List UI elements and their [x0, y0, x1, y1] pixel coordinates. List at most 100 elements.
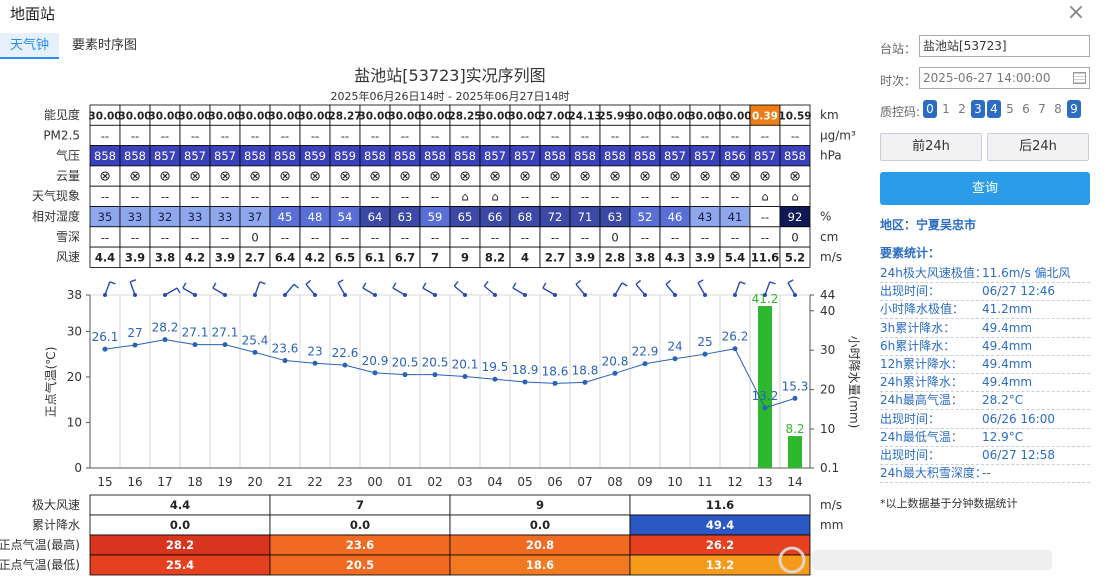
row-unit-2: hPa	[820, 149, 842, 163]
table-cell-text: --	[521, 129, 529, 143]
summary-cell-text: 4.4	[170, 498, 190, 512]
wind-barb	[362, 287, 376, 296]
row-label-2: 气压	[56, 148, 80, 163]
wind-barb	[422, 287, 436, 296]
table-cell-text: --	[581, 129, 589, 143]
table-cell-text: ⊗	[609, 168, 621, 184]
y-axis-label-left: 正点气温(℃)	[43, 347, 58, 418]
y-tick-label-right: 30	[820, 343, 835, 357]
temperature-label: 18.8	[572, 363, 599, 377]
table-cell-text: 30.00	[508, 111, 541, 123]
table-cell-text: 64	[368, 210, 383, 224]
prev-24h-button[interactable]: 前24h	[880, 133, 982, 161]
qc-code-7[interactable]: 7	[1035, 100, 1049, 118]
stats-title: 要素统计：	[880, 246, 941, 260]
qc-code-9[interactable]: 9	[1067, 100, 1081, 118]
temperature-point	[162, 337, 168, 343]
temperature-point	[252, 349, 258, 355]
table-cell-text: --	[131, 129, 139, 143]
qc-code-8[interactable]: 8	[1051, 100, 1065, 118]
tab-weather-clock[interactable]: 天气钟	[0, 33, 60, 59]
temperature-point	[492, 376, 498, 382]
wind-barb-flag	[109, 281, 116, 285]
table-cell-text: 858	[544, 149, 566, 163]
precip-label: 8.2	[785, 422, 804, 436]
table-cell-text: 59	[428, 210, 443, 224]
table-cell-text: 858	[784, 149, 806, 163]
table-cell-text: ⊗	[789, 168, 801, 184]
wind-barb	[697, 282, 706, 296]
y-tick-label-left: 10	[67, 415, 82, 429]
table-cell-text: ⌂	[461, 190, 468, 204]
summary-cell-text: 9	[536, 498, 544, 512]
x-tick-label: 22	[307, 475, 322, 489]
qc-code-5[interactable]: 5	[1003, 100, 1017, 118]
qc-code-2[interactable]: 2	[955, 100, 969, 118]
y-tick-label-right: 0.1	[820, 461, 839, 475]
qc-code-6[interactable]: 6	[1019, 100, 1033, 118]
tab-element-series[interactable]: 要素时序图	[62, 33, 147, 59]
stat-value: 06/26 16:00	[982, 411, 1055, 426]
stat-row: 24h最低气温： 12.9°C	[880, 429, 1090, 447]
table-cell-text: --	[521, 230, 529, 244]
wind-barb-station	[163, 293, 167, 297]
temperature-point	[582, 379, 588, 385]
stat-key: 24h最大积雪深度：	[880, 466, 987, 481]
table-cell-text: 858	[574, 149, 596, 163]
table-cell-text: --	[161, 230, 169, 244]
table-cell-text: --	[641, 190, 649, 204]
calendar-icon[interactable]	[1073, 72, 1086, 84]
wind-barb-station	[283, 293, 287, 297]
tab-bar: 天气钟 要素时序图	[0, 33, 870, 59]
wind-barb	[734, 281, 741, 296]
stat-value: --	[982, 466, 991, 481]
table-cell-text: 52	[638, 210, 653, 224]
table-cell-text: --	[581, 190, 589, 204]
stat-key: 12h累计降水：	[880, 357, 963, 371]
y-tick-label-left: 0	[74, 461, 82, 475]
temperature-point	[102, 346, 108, 352]
table-cell-text: --	[161, 129, 169, 143]
table-cell-text: 28.27	[328, 111, 361, 123]
close-icon[interactable]: ×	[1062, 2, 1090, 26]
table-cell-text: --	[551, 230, 559, 244]
wind-barb-flag	[212, 282, 217, 289]
table-cell-text: --	[401, 230, 409, 244]
row-label-0: 能见度	[44, 107, 80, 122]
table-cell-text: 33	[128, 210, 143, 224]
wind-barb-station	[643, 293, 647, 297]
precip-bar	[788, 436, 802, 468]
stat-row: 出现时间： 06/26 16:00	[880, 411, 1090, 429]
qc-code-4[interactable]: 4	[987, 100, 1001, 118]
table-cell-text: --	[581, 230, 589, 244]
x-tick-label: 05	[517, 475, 532, 489]
query-button[interactable]: 查询	[880, 172, 1090, 205]
wind-barb-station	[523, 293, 527, 297]
temperature-label: 24	[667, 340, 682, 354]
qc-code-0[interactable]: 0	[923, 100, 937, 118]
table-cell-text: ⊗	[579, 168, 591, 184]
time-input[interactable]: 2025-06-27 14:00:00	[919, 67, 1090, 89]
qc-code-3[interactable]: 3	[971, 100, 985, 118]
table-cell-text: 3.9	[125, 251, 145, 265]
next-24h-button[interactable]: 后24h	[987, 133, 1089, 161]
table-cell-text: --	[371, 129, 379, 143]
x-tick-label: 06	[547, 475, 562, 489]
table-cell-text: 859	[334, 149, 356, 163]
x-tick-label: 17	[157, 475, 172, 489]
wind-barb	[129, 281, 136, 296]
temperature-point	[762, 405, 768, 411]
x-tick-label: 21	[277, 475, 292, 489]
temperature-label: 27.1	[182, 326, 209, 340]
table-cell-text: --	[311, 190, 319, 204]
table-cell-text: ⊗	[159, 168, 171, 184]
wind-barb-flag	[259, 281, 266, 285]
qc-code-1[interactable]: 1	[939, 100, 953, 118]
station-input[interactable]: 盐池站[53723]	[919, 35, 1090, 57]
table-cell-text: 30.00	[298, 111, 331, 123]
y-tick-label-left: 38	[67, 288, 82, 302]
table-cell-text: 858	[424, 149, 446, 163]
temperature-label: 28.2	[152, 321, 179, 335]
stat-key: 出现时间：	[880, 411, 941, 426]
x-tick-label: 02	[427, 475, 442, 489]
